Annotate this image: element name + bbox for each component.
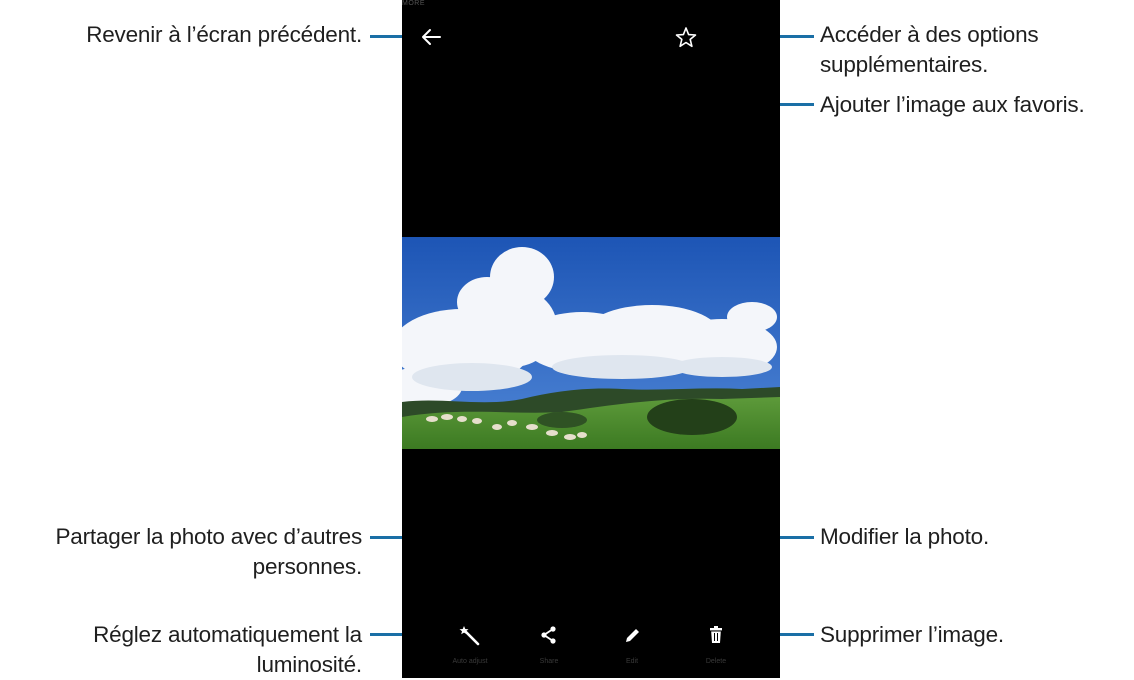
edit-label: Edit	[625, 658, 639, 665]
callout-auto-line1: Réglez automatiquement la	[93, 622, 362, 647]
callout-delete: Supprimer l’image.	[820, 620, 1004, 650]
callout-more-line2: supplémentaires.	[820, 52, 989, 77]
callout-edit: Modifier la photo.	[820, 522, 989, 552]
more-options-button[interactable]: MORE	[402, 0, 780, 7]
callout-back-text: Revenir à l’écran précédent.	[86, 22, 362, 47]
share-button[interactable]: Share	[519, 624, 579, 672]
callout-favorite: Ajouter l’image aux favoris.	[820, 90, 1085, 120]
callout-favorite-text: Ajouter l’image aux favoris.	[820, 92, 1085, 117]
arrow-left-icon[interactable]	[416, 22, 446, 52]
magic-wand-icon	[458, 624, 482, 653]
callout-edit-text: Modifier la photo.	[820, 524, 989, 549]
trash-icon	[705, 624, 727, 651]
callout-share: Partager la photo avec d’autres personne…	[0, 522, 363, 582]
star-outline-icon[interactable]	[672, 24, 700, 52]
callout-share-line1: Partager la photo avec d’autres	[55, 524, 363, 549]
callout-share-line2: personnes.	[252, 554, 363, 579]
delete-label: Delete	[705, 658, 727, 665]
share-label: Share	[539, 658, 559, 665]
phone-screen: MORE Auto adjust Share Edit Delete	[402, 0, 780, 678]
auto-adjust-label: Auto adjust	[452, 658, 488, 665]
auto-adjust-button[interactable]: Auto adjust	[440, 624, 500, 672]
pencil-icon	[621, 624, 643, 651]
delete-button[interactable]: Delete	[686, 624, 746, 672]
photo-landscape	[402, 237, 780, 449]
callout-auto-line2: luminosité.	[256, 652, 363, 677]
callout-more-options: Accéder à des options supplémentaires.	[820, 20, 1039, 80]
callout-auto-adjust: Réglez automatiquement la luminosité.	[0, 620, 362, 680]
callout-back: Revenir à l’écran précédent.	[0, 20, 362, 50]
edit-button[interactable]: Edit	[602, 624, 662, 672]
share-icon	[538, 624, 560, 651]
callout-more-line1: Accéder à des options	[820, 22, 1039, 47]
callout-delete-text: Supprimer l’image.	[820, 622, 1004, 647]
